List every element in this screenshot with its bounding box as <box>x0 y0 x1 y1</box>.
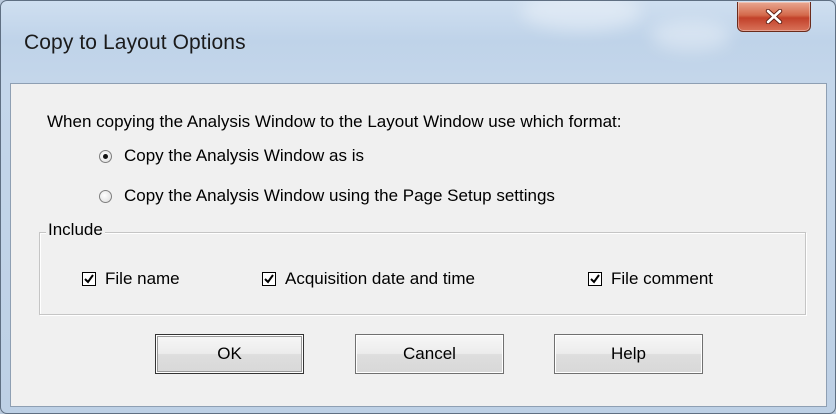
radio-copy-as-is[interactable]: Copy the Analysis Window as is <box>99 146 364 166</box>
radio-button-selected[interactable] <box>99 149 112 163</box>
radio-button[interactable] <box>99 189 112 203</box>
checkmark-icon <box>590 274 600 284</box>
checkbox-label: Acquisition date and time <box>285 269 475 288</box>
checkbox-file-name[interactable]: File name <box>82 269 180 289</box>
checkbox-box[interactable] <box>82 272 96 286</box>
title-bar[interactable]: Copy to Layout Options <box>1 1 835 83</box>
checkbox-acquisition-date[interactable]: Acquisition date and time <box>262 269 475 289</box>
checkbox-box[interactable] <box>588 272 602 286</box>
close-button[interactable] <box>737 2 811 32</box>
checkbox-label: File name <box>105 269 180 288</box>
radio-label: Copy the Analysis Window using the Page … <box>124 186 555 205</box>
ok-button[interactable]: OK <box>155 334 304 374</box>
dialog-client-area: When copying the Analysis Window to the … <box>10 83 827 407</box>
checkbox-file-comment[interactable]: File comment <box>588 269 713 289</box>
checkbox-label: File comment <box>611 269 714 288</box>
window-title: Copy to Layout Options <box>24 31 246 54</box>
include-group-label: Include <box>46 220 105 240</box>
close-icon <box>765 9 783 24</box>
include-groupbox: Include File name Acquisition date and t… <box>39 220 806 315</box>
cancel-button[interactable]: Cancel <box>355 334 504 374</box>
format-prompt: When copying the Analysis Window to the … <box>47 112 622 131</box>
checkmark-icon <box>264 274 274 284</box>
dialog-window: Copy to Layout Options When copying the … <box>0 0 836 414</box>
checkbox-box[interactable] <box>262 272 276 286</box>
checkmark-icon <box>84 274 94 284</box>
radio-copy-page-setup[interactable]: Copy the Analysis Window using the Page … <box>99 186 555 206</box>
radio-label: Copy the Analysis Window as is <box>124 146 364 165</box>
help-button[interactable]: Help <box>554 334 703 374</box>
